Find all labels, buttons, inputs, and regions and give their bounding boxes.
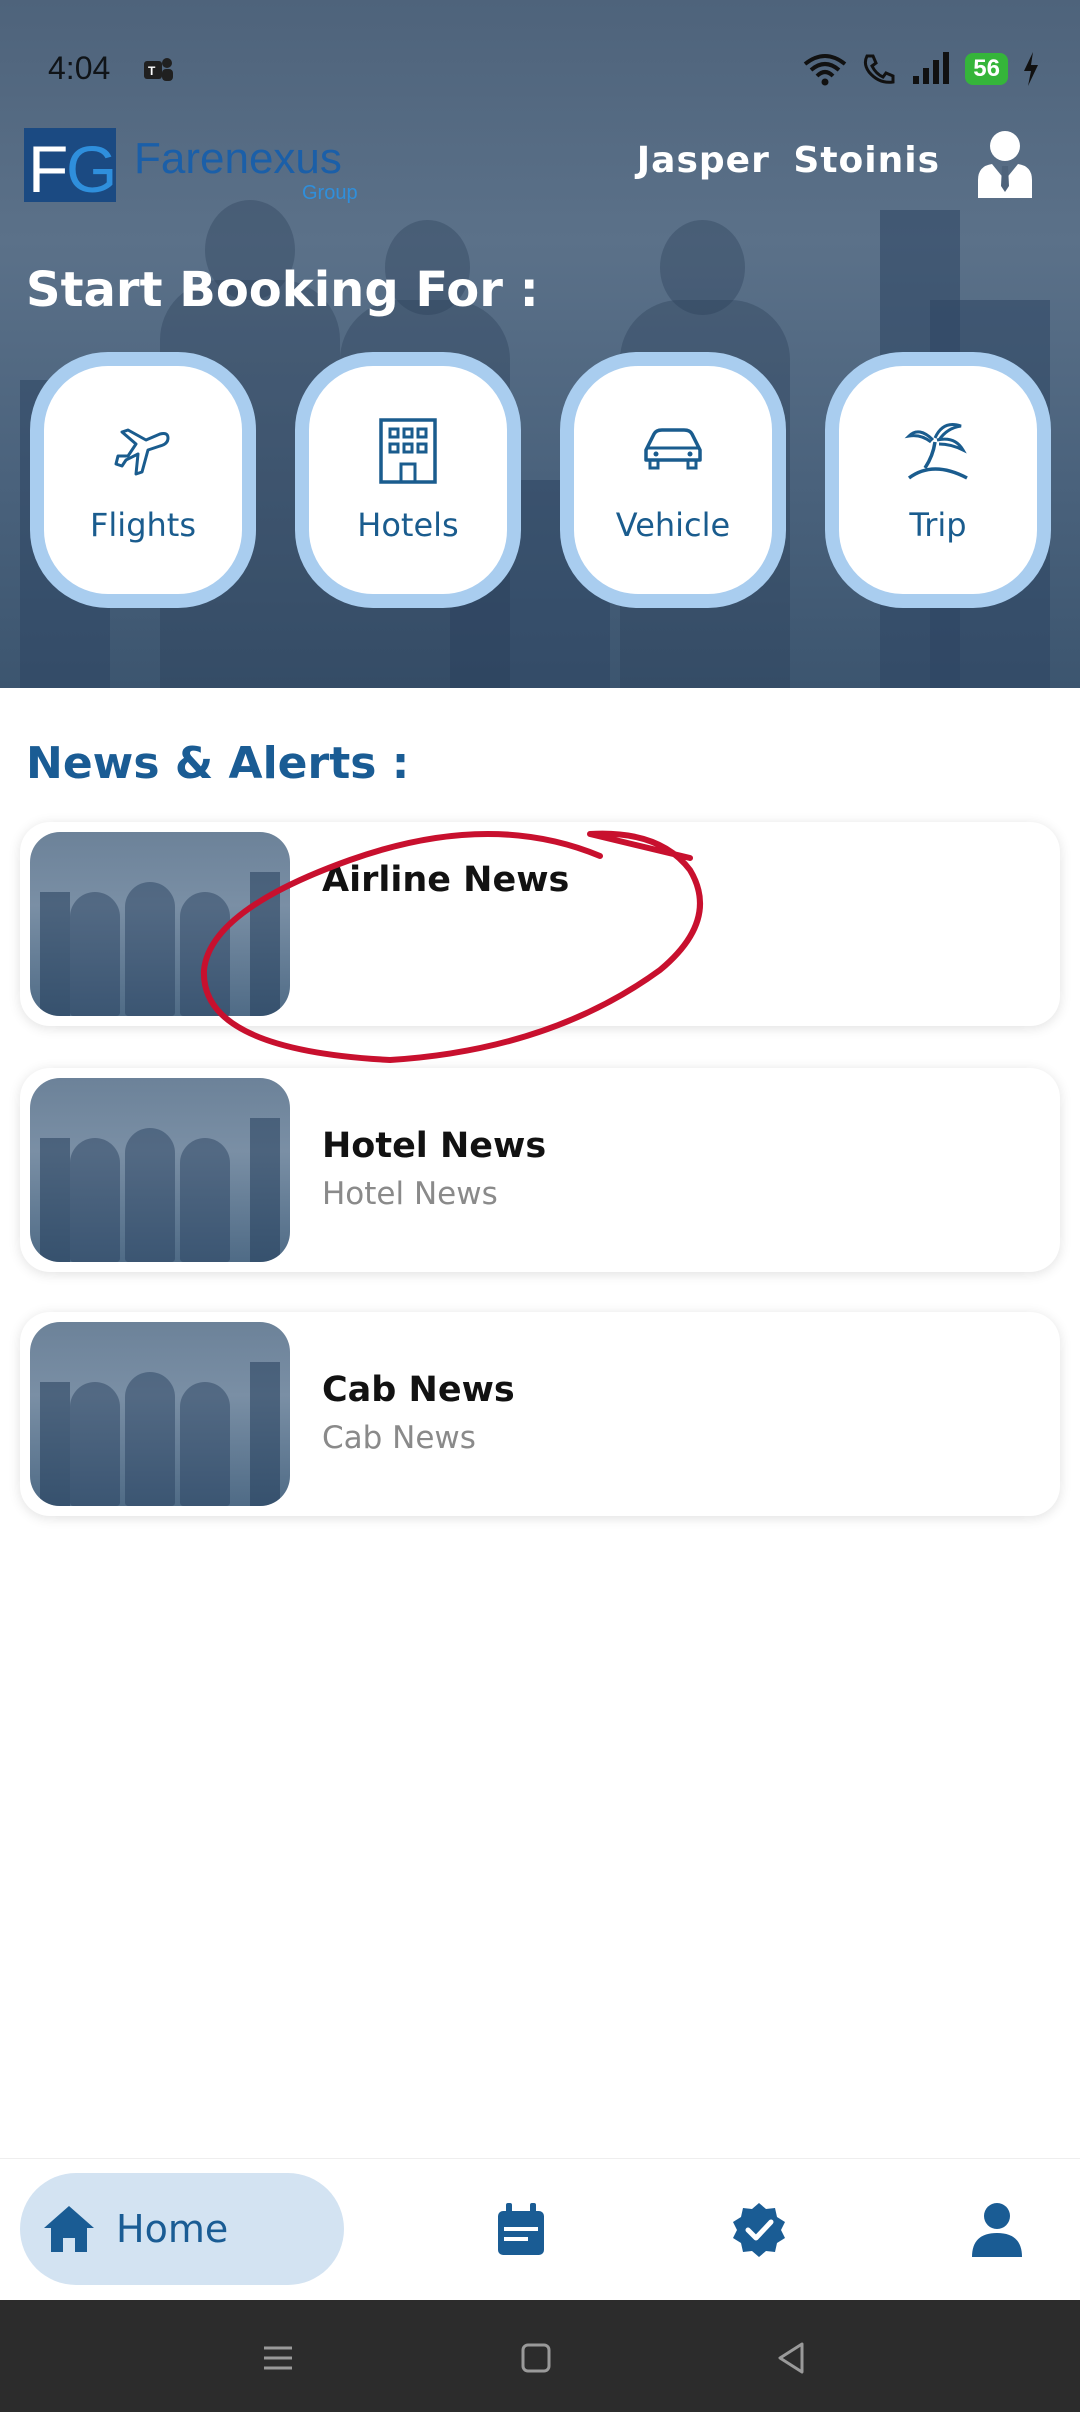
- news-section-title: News & Alerts :: [26, 738, 410, 789]
- home-square-icon[interactable]: [516, 2338, 556, 2378]
- news-title: Cab News: [322, 1370, 515, 1410]
- tile-vehicle[interactable]: Vehicle: [560, 352, 786, 608]
- status-icons: 56: [803, 52, 1040, 86]
- status-time: 4:04: [48, 50, 111, 86]
- news-title: Airline News: [322, 860, 570, 900]
- menu-icon[interactable]: [258, 2338, 298, 2378]
- status-bar: 4:04 T 56: [0, 0, 1080, 140]
- booking-title: Start Booking For :: [26, 262, 539, 318]
- building-icon: [379, 418, 437, 484]
- tile-flights[interactable]: Flights: [30, 352, 256, 608]
- header-banner: 4:04 T 56 F G Farenexus Group Jasper Sto…: [0, 0, 1080, 688]
- tile-hotels[interactable]: Hotels: [295, 352, 521, 608]
- verified-badge-icon[interactable]: [730, 2201, 788, 2259]
- news-subtitle: Cab News: [322, 1420, 476, 1456]
- svg-text:G: G: [66, 132, 117, 204]
- svg-text:T: T: [148, 64, 156, 78]
- app-screen: 4:04 T 56 F G Farenexus Group Jasper Sto…: [0, 0, 1080, 2412]
- tile-label: Trip: [909, 506, 967, 544]
- system-navigation-bar: [0, 2300, 1080, 2412]
- palm-tree-icon: [904, 423, 968, 480]
- tile-label: Hotels: [357, 506, 459, 544]
- home-icon: [44, 2206, 94, 2252]
- wifi-icon: [804, 54, 847, 86]
- user-first-name: Jasper: [636, 140, 770, 181]
- battery-level: 56: [965, 53, 1008, 85]
- logo-letters: F: [28, 132, 68, 204]
- news-thumbnail: [30, 1322, 290, 1506]
- background-person-head: [660, 220, 745, 315]
- news-subtitle: Hotel News: [322, 1176, 498, 1212]
- brand-subtitle: Group: [302, 182, 358, 204]
- signal-icon: [913, 52, 950, 84]
- bottom-navigation: Home: [0, 2158, 1080, 2300]
- user-last-name: Stoinis: [793, 140, 940, 181]
- booking-tiles: Flights Hotels Vehicle Trip: [30, 352, 1051, 608]
- news-card-cab[interactable]: Cab News Cab News: [20, 1312, 1060, 1516]
- call-icon: [864, 54, 895, 84]
- news-card-airline[interactable]: Airline News: [20, 822, 1060, 1026]
- back-icon[interactable]: [772, 2338, 812, 2378]
- user-avatar-icon[interactable]: [974, 130, 1036, 198]
- brand-logo: F G Farenexus Group: [24, 126, 364, 206]
- profile-icon[interactable]: [968, 2201, 1026, 2259]
- news-thumbnail: [30, 1078, 290, 1262]
- brand-name: Farenexus: [134, 134, 342, 183]
- charging-icon: [1024, 52, 1038, 86]
- car-icon: [644, 428, 702, 470]
- tile-trip[interactable]: Trip: [825, 352, 1051, 608]
- news-title: Hotel News: [322, 1126, 547, 1166]
- tile-label: Flights: [90, 506, 196, 544]
- tile-label: Vehicle: [615, 506, 731, 544]
- nav-home-button[interactable]: Home: [20, 2173, 344, 2285]
- user-name[interactable]: Jasper Stoinis: [637, 140, 940, 181]
- calendar-icon[interactable]: [492, 2201, 550, 2259]
- news-card-hotel[interactable]: Hotel News Hotel News: [20, 1068, 1060, 1272]
- airplane-icon: [114, 428, 170, 476]
- nav-home-label: Home: [116, 2207, 229, 2251]
- teams-icon: T: [144, 58, 173, 81]
- news-thumbnail: [30, 832, 290, 1016]
